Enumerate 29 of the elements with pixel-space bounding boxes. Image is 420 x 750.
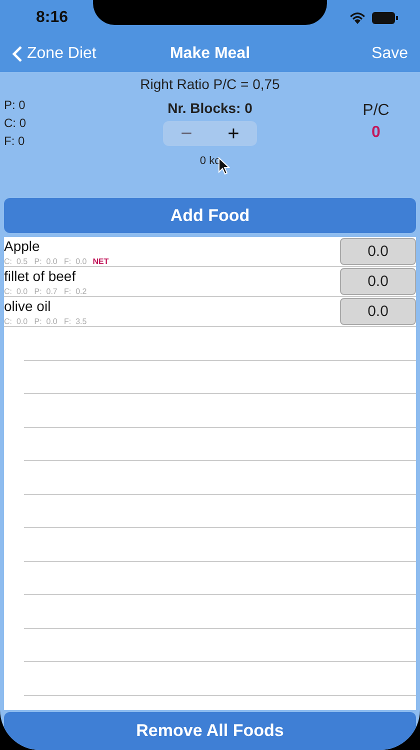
wifi-icon <box>349 12 366 24</box>
battery-icon <box>372 12 398 24</box>
quantity-button[interactable]: 0.0 <box>340 298 416 325</box>
increment-button[interactable]: + <box>210 121 257 146</box>
pc-value: 0 <box>372 124 380 142</box>
decrement-button[interactable]: − <box>163 121 210 146</box>
food-macros: C: 0.5 P: 0.0 F: 0.0 <box>4 257 87 266</box>
screen-title: Make Meal <box>170 45 250 63</box>
quantity-button[interactable]: 0.0 <box>340 268 416 295</box>
food-macros: C: 0.0 P: 0.7 F: 0.2 <box>4 287 87 296</box>
quantity-button[interactable]: 0.0 <box>340 238 416 265</box>
food-name: fillet of beef <box>4 268 76 284</box>
blocks-count: Nr. Blocks: 0 <box>168 100 252 116</box>
pc-label: P/C <box>362 102 390 120</box>
status-time: 8:16 <box>36 9 68 27</box>
macro-total: C: 0 <box>4 116 26 130</box>
cursor-icon <box>218 157 230 175</box>
back-button[interactable]: Zone Diet <box>12 45 96 63</box>
macro-total: F: 0 <box>4 134 25 148</box>
add-food-button[interactable]: Add Food <box>4 198 416 233</box>
remove-all-button[interactable]: Remove All Foods <box>4 712 416 750</box>
ratio-text: Right Ratio P/C = 0,75 <box>140 76 280 92</box>
food-name: olive oil <box>4 298 51 314</box>
chevron-icon <box>12 45 23 63</box>
save-button[interactable]: Save <box>372 45 408 63</box>
net-tag: NET <box>92 257 109 266</box>
macro-total: P: 0 <box>4 98 26 112</box>
food-macros: C: 0.0 P: 0.0 F: 3.5 <box>4 317 87 326</box>
food-name: Apple <box>4 238 40 254</box>
